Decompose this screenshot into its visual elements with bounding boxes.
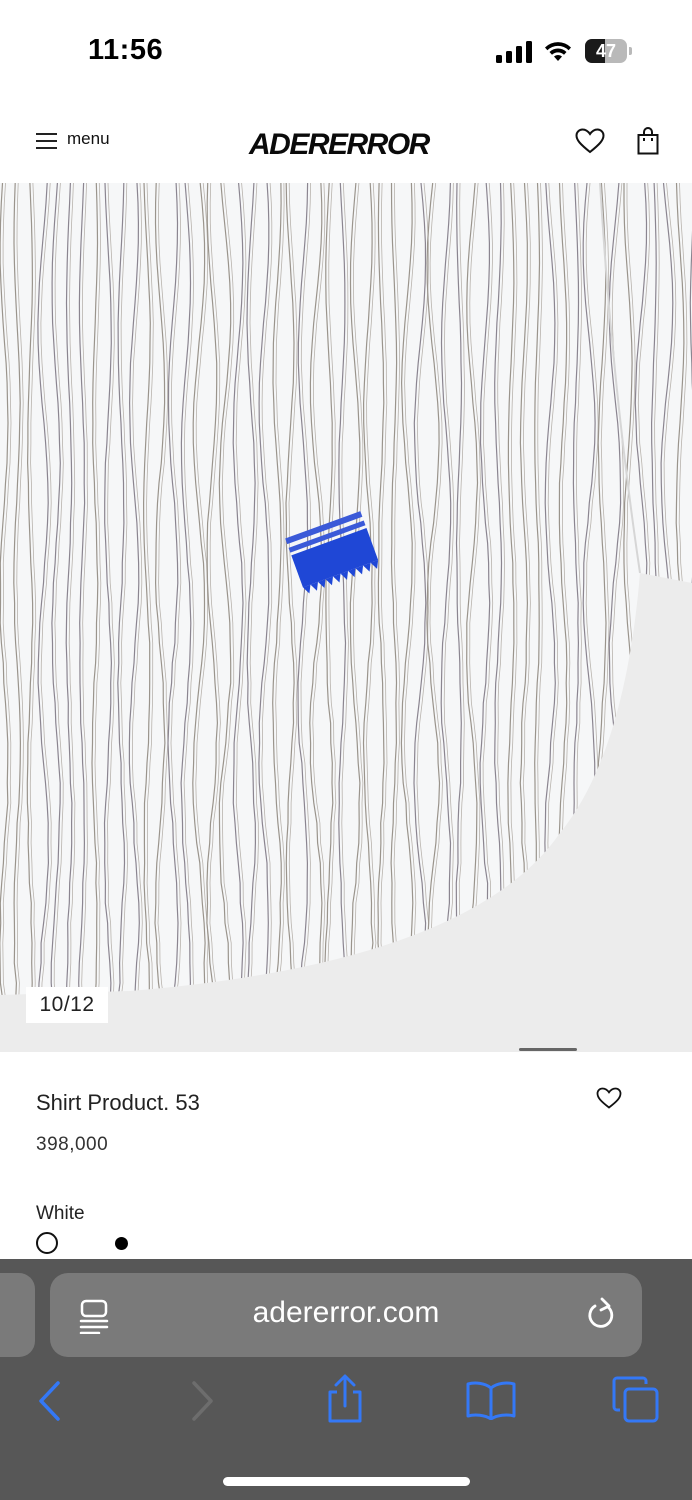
battery-icon: 47	[585, 39, 633, 63]
product-price: 398,000	[36, 1134, 109, 1155]
url-text[interactable]: adererror.com	[160, 1296, 532, 1330]
forward-arrow-icon[interactable]	[188, 1380, 216, 1422]
status-time: 11:56	[88, 34, 164, 66]
tabs-icon[interactable]	[612, 1376, 660, 1424]
shirt-photo	[0, 183, 692, 1052]
product-image[interactable]	[0, 183, 692, 1052]
product-wishlist-heart-icon[interactable]	[596, 1087, 622, 1109]
shopping-bag-icon[interactable]	[637, 127, 659, 155]
page-menu-icon[interactable]	[79, 1298, 109, 1334]
reload-icon[interactable]	[585, 1297, 617, 1333]
image-counter: 10/12	[26, 987, 108, 1023]
selected-color-label: White	[36, 1203, 85, 1224]
hamburger-menu-icon[interactable]	[36, 133, 57, 150]
bookmarks-icon[interactable]	[465, 1380, 517, 1420]
home-indicator	[223, 1477, 470, 1486]
cellular-signal-icon	[496, 41, 532, 63]
wifi-icon	[545, 42, 571, 61]
carousel-scroll-indicator	[519, 1048, 577, 1051]
previous-tab-preview[interactable]	[0, 1273, 35, 1357]
share-icon[interactable]	[325, 1374, 365, 1424]
product-name: Shirt Product. 53	[36, 1090, 200, 1115]
wishlist-heart-icon[interactable]	[575, 128, 605, 154]
back-arrow-icon[interactable]	[36, 1380, 64, 1422]
menu-button-label[interactable]: menu	[67, 129, 110, 149]
color-swatch-black[interactable]	[115, 1237, 128, 1250]
brand-logo[interactable]: ADERERROR	[249, 128, 443, 162]
color-swatch-white[interactable]	[36, 1232, 58, 1254]
battery-level: 47	[595, 41, 617, 61]
